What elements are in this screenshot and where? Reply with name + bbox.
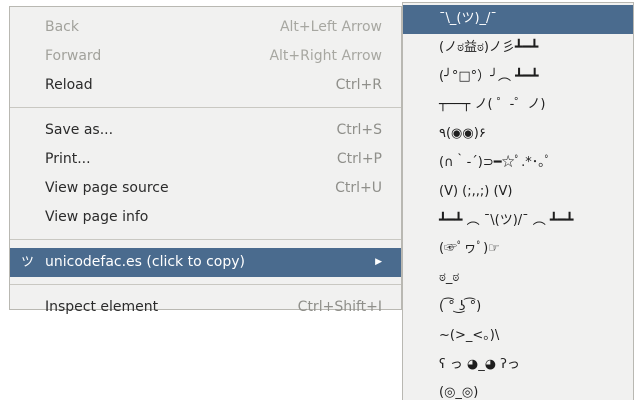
menu-separator [10,107,401,108]
forward-label: Forward [45,48,102,64]
forward-shortcut: Alt+Right Arrow [269,48,382,64]
print-menu-item[interactable]: Print... Ctrl+P [10,145,401,174]
view-page-source-menu-item[interactable]: View page source Ctrl+U [10,174,401,203]
submenu-arrow-icon: ▶ [375,257,382,267]
back-label: Back [45,19,79,35]
face-menu-item[interactable]: ¯\_(ツ)_/¯ [403,5,633,34]
reload-label: Reload [45,77,93,93]
unicode-faces-submenu: ¯\_(ツ)_/¯ (ノಠ益ಠ)ノ彡┻━┻ (╯°□°）╯︵ ┻━┻ ┬──┬ … [402,2,634,400]
face-menu-item[interactable]: (◎_◎) [403,379,633,408]
unicodefaces-extension-label: unicodefac.es (click to copy) [45,254,246,270]
back-menu-item[interactable]: Back Alt+Left Arrow [10,13,401,42]
print-shortcut: Ctrl+P [336,151,382,167]
reload-menu-item[interactable]: Reload Ctrl+R [10,71,401,100]
context-menu: Back Alt+Left Arrow Forward Alt+Right Ar… [9,6,402,315]
face-menu-item[interactable]: ( ͡° ͜ʖ ͡°) [403,293,633,322]
face-menu-item[interactable]: (☞ﾟヮﾟ)☞ [403,235,633,264]
unicodefaces-extension-menu-item[interactable]: ツ unicodefac.es (click to copy) ▶ [10,248,401,277]
face-menu-item[interactable]: ┻━┻ ︵ ¯\(ツ)/¯ ︵ ┻━┻ [403,207,633,236]
inspect-element-menu-item[interactable]: Inspect element Ctrl+Shift+I [10,293,401,322]
view-page-info-label: View page info [45,209,149,225]
menu-separator [10,239,401,240]
view-page-source-shortcut: Ctrl+U [335,180,382,196]
face-menu-item[interactable]: (╯°□°）╯︵ ┻━┻ [403,63,633,92]
menu-separator [10,284,401,285]
inspect-element-label: Inspect element [45,299,159,315]
reload-shortcut: Ctrl+R [335,77,382,93]
view-page-info-menu-item[interactable]: View page info [10,203,401,232]
unicodefaces-extension-icon: ツ [21,255,35,270]
face-menu-item[interactable]: ٩(◉◉)۶ [403,120,633,149]
view-page-source-label: View page source [45,180,169,196]
save-as-label: Save as... [45,122,114,138]
face-menu-item[interactable]: ʕ っ ◕_◕ ʔっ [403,351,633,380]
face-menu-item[interactable]: ~(>_<。)\ [403,322,633,351]
back-shortcut: Alt+Left Arrow [279,19,382,35]
save-as-menu-item[interactable]: Save as... Ctrl+S [10,116,401,145]
print-label: Print... [45,151,91,167]
forward-menu-item[interactable]: Forward Alt+Right Arrow [10,42,401,71]
face-menu-item[interactable]: (ノಠ益ಠ)ノ彡┻━┻ [403,34,633,63]
face-menu-item[interactable]: ┬──┬ ノ( ゜-゜ノ) [403,91,633,120]
face-menu-item[interactable]: (∩｀-´)⊃━☆ﾟ.*･｡ﾟ [403,149,633,178]
save-as-shortcut: Ctrl+S [336,122,382,138]
face-menu-item[interactable]: (V) (;,,;) (V) [403,178,633,207]
face-menu-item[interactable]: ಠ_ಠ [403,264,633,293]
inspect-element-shortcut: Ctrl+Shift+I [297,299,382,315]
